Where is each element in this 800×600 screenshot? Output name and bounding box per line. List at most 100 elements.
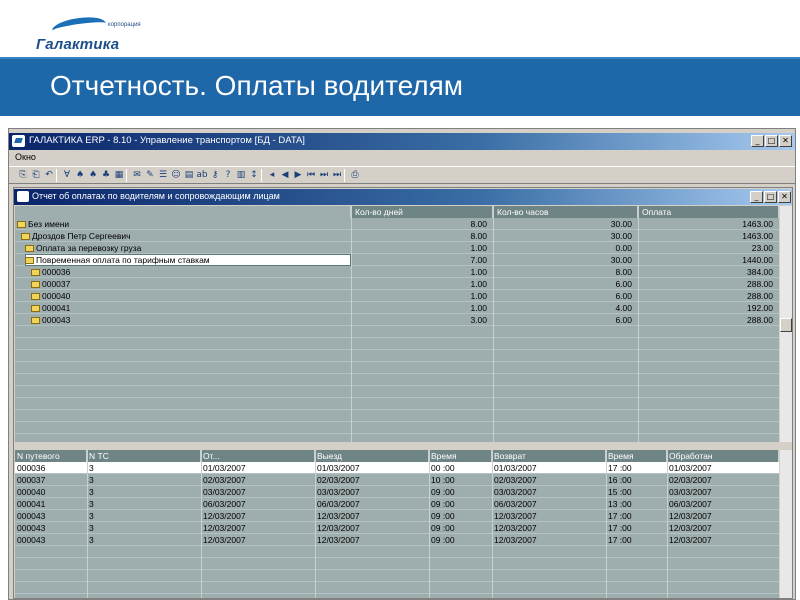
col-hours-header[interactable]: Кол-во часов bbox=[493, 206, 638, 218]
copy-icon[interactable]: ⎘ bbox=[17, 170, 29, 181]
report-row[interactable]: Оплата за перевозку груза 1.00 0.00 23.00 bbox=[15, 242, 779, 254]
cell-pay: 288.00 bbox=[747, 279, 773, 289]
col-return-time-cell: 17 :00 bbox=[608, 463, 632, 473]
mark-icon[interactable]: ▦ bbox=[113, 170, 125, 181]
report-row[interactable]: Повременная оплата по тарифным ставкам 7.… bbox=[15, 254, 779, 266]
report-close-button[interactable]: ✕ bbox=[778, 191, 791, 203]
waybill-row[interactable]: 000043 3 12/03/2007 12/03/2007 09 :00 12/03/2… bbox=[15, 510, 779, 522]
folder-icon bbox=[31, 317, 40, 324]
report-row[interactable]: 000040 1.00 6.00 288.00 bbox=[15, 290, 779, 302]
folder-icon bbox=[21, 233, 30, 240]
open-icon[interactable]: ✉ bbox=[131, 170, 143, 181]
find-icon[interactable]: ♠ bbox=[74, 170, 86, 181]
cell-hours: 0.00 bbox=[615, 243, 632, 253]
col-processed-header[interactable]: Обработан bbox=[667, 450, 779, 462]
col-return-time-header[interactable]: Время bbox=[606, 450, 667, 462]
sort-icon[interactable]: ↕ bbox=[248, 170, 260, 181]
waybill-row[interactable]: 000036 3 01/03/2007 01/03/2007 00 :00 01/03/2… bbox=[15, 462, 779, 474]
filter-icon[interactable]: ∀ bbox=[61, 170, 73, 181]
column-divider bbox=[667, 450, 668, 598]
last-icon[interactable]: ⏭ bbox=[331, 170, 343, 181]
menu-window[interactable]: Окно bbox=[15, 152, 36, 162]
folder-icon bbox=[31, 293, 40, 300]
row-name: Повременная оплата по тарифным ставкам bbox=[36, 255, 210, 265]
report-maximize-button[interactable]: □ bbox=[764, 191, 777, 203]
skip-back-icon[interactable]: ⏮ bbox=[305, 170, 317, 181]
cell-days: 8.00 bbox=[470, 231, 487, 241]
help-icon[interactable]: ? bbox=[222, 170, 234, 181]
report-titlebar[interactable]: Отчет об оплатах по водителям и сопровож… bbox=[14, 189, 792, 205]
col-waybill-number-header[interactable]: N путевого bbox=[15, 450, 87, 462]
folder-icon bbox=[17, 221, 26, 228]
minimize-button[interactable]: _ bbox=[751, 135, 764, 147]
waybill-row[interactable]: 000043 3 12/03/2007 12/03/2007 09 :00 12/03/2… bbox=[15, 522, 779, 534]
waybill-row[interactable]: 000041 3 06/03/2007 06/03/2007 09 :00 06/03/2… bbox=[15, 498, 779, 510]
col-vehicle-number-header[interactable]: N ТС bbox=[87, 450, 201, 462]
report-scrollbar[interactable] bbox=[780, 206, 792, 442]
col-processed-cell: 06/03/2007 bbox=[669, 499, 712, 509]
row-name: 000040 bbox=[42, 291, 71, 301]
col-waybill-number-cell: 000036 bbox=[17, 463, 46, 473]
print-icon[interactable]: ⎙ bbox=[349, 170, 361, 181]
tree-icon[interactable]: ▤ bbox=[183, 170, 195, 181]
col-from-cell: 06/03/2007 bbox=[203, 499, 246, 509]
toolbar-separator bbox=[344, 169, 345, 182]
col-pay-header[interactable]: Оплата bbox=[638, 206, 779, 218]
waybill-row[interactable]: 000040 3 03/03/2007 03/03/2007 09 :00 03/03/2… bbox=[15, 486, 779, 498]
cell-days: 1.00 bbox=[470, 243, 487, 253]
col-departure-cell: 12/03/2007 bbox=[317, 535, 360, 545]
column-divider bbox=[638, 206, 639, 442]
col-departure-header[interactable]: Выезд bbox=[315, 450, 429, 462]
report-row[interactable]: Без имени 8.00 30.00 1463.00 bbox=[15, 218, 779, 230]
col-from-cell: 01/03/2007 bbox=[203, 463, 246, 473]
paste-icon[interactable]: ⎗ bbox=[30, 170, 42, 181]
abc-icon[interactable]: ab bbox=[196, 170, 208, 181]
first-icon[interactable]: ◂ bbox=[266, 170, 278, 181]
smile-icon[interactable]: ☺ bbox=[170, 170, 182, 181]
list-icon[interactable]: ☰ bbox=[157, 170, 169, 181]
column-divider bbox=[493, 206, 494, 442]
maximize-button[interactable]: □ bbox=[765, 135, 778, 147]
report-row[interactable]: Дроздов Петр Сергеевич 8.00 30.00 1463.00 bbox=[15, 230, 779, 242]
row-name: 000043 bbox=[42, 315, 71, 325]
waybill-row[interactable]: 000043 3 12/03/2007 12/03/2007 09 :00 12/03/2… bbox=[15, 534, 779, 546]
col-from-header[interactable]: От... bbox=[201, 450, 315, 462]
skip-forward-icon[interactable]: ⏭ bbox=[318, 170, 330, 181]
report-row[interactable]: 000036 1.00 8.00 384.00 bbox=[15, 266, 779, 278]
row-name: 000037 bbox=[42, 279, 71, 289]
prev-icon[interactable]: ◀ bbox=[279, 170, 291, 181]
col-departure-time-cell: 00 :00 bbox=[431, 463, 455, 473]
empty-row bbox=[15, 398, 779, 410]
folder-icon bbox=[31, 281, 40, 288]
col-departure-time-header[interactable]: Время bbox=[429, 450, 492, 462]
report-row[interactable]: 000043 3.00 6.00 288.00 bbox=[15, 314, 779, 326]
grid-icon[interactable]: ▥ bbox=[235, 170, 247, 181]
col-return-cell: 03/03/2007 bbox=[494, 487, 537, 497]
col-days-header[interactable]: Кол-во дней bbox=[351, 206, 493, 218]
cell-days: 7.00 bbox=[470, 255, 487, 265]
find-prev-icon[interactable]: ♣ bbox=[100, 170, 112, 181]
find-next-icon[interactable]: ♠ bbox=[87, 170, 99, 181]
key-icon[interactable]: ⚷ bbox=[209, 170, 221, 181]
col-from-cell: 12/03/2007 bbox=[203, 511, 246, 521]
cell-hours: 30.00 bbox=[610, 231, 632, 241]
report-row[interactable]: 000037 1.00 6.00 288.00 bbox=[15, 278, 779, 290]
undo-icon[interactable]: ↶ bbox=[43, 170, 55, 181]
window-titlebar[interactable]: ГАЛАКТИКА ERP - 8.10 - Управление трансп… bbox=[9, 133, 795, 150]
report-row[interactable]: 000041 1.00 4.00 192.00 bbox=[15, 302, 779, 314]
close-button[interactable]: ✕ bbox=[779, 135, 792, 147]
report-minimize-button[interactable]: _ bbox=[750, 191, 763, 203]
column-divider bbox=[315, 450, 316, 598]
col-from-cell: 12/03/2007 bbox=[203, 535, 246, 545]
column-divider bbox=[201, 450, 202, 598]
next-icon[interactable]: ▶ bbox=[292, 170, 304, 181]
waybills-scrollbar[interactable] bbox=[780, 450, 792, 598]
waybills-grid: N путевого N ТС От... Выезд Время Возврат Врем… bbox=[15, 450, 779, 598]
col-departure-cell: 03/03/2007 bbox=[317, 487, 360, 497]
edit-icon[interactable]: ✎ bbox=[144, 170, 156, 181]
col-departure-time-cell: 09 :00 bbox=[431, 535, 455, 545]
col-return-header[interactable]: Возврат bbox=[492, 450, 606, 462]
scroll-thumb[interactable] bbox=[780, 318, 792, 332]
waybill-row[interactable]: 000037 3 02/03/2007 02/03/2007 10 :00 02/03/2… bbox=[15, 474, 779, 486]
empty-row bbox=[15, 558, 779, 570]
